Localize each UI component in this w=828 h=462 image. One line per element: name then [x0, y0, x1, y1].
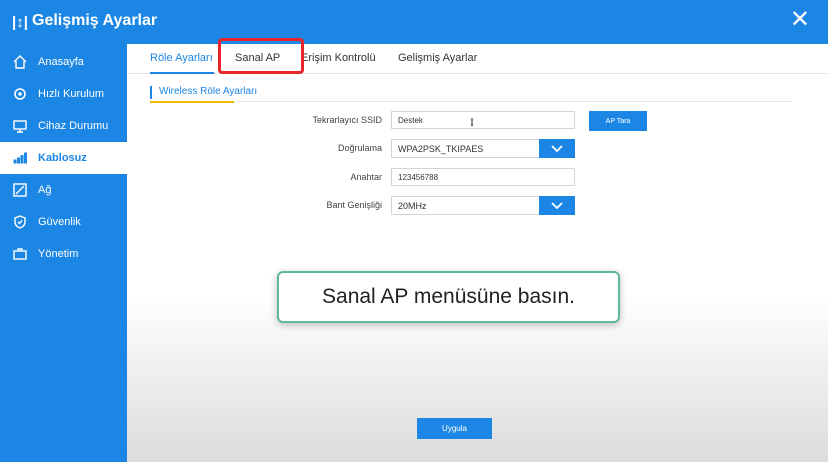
auth-label: Doğrulama: [337, 143, 382, 153]
chevron-down-icon[interactable]: [539, 139, 575, 158]
sidebar-item-label: Güvenlik: [38, 216, 81, 228]
tab-bar: Röle Ayarları Sanal AP Erişim Kontrolü G…: [127, 38, 828, 74]
sidebar-item-label: Anasayfa: [38, 56, 84, 68]
sidebar-item-label: Cihaz Durumu: [38, 120, 109, 132]
bandwidth-select-value: 20MHz: [398, 201, 427, 211]
network-icon: [12, 182, 28, 198]
auth-select[interactable]: WPA2PSK_TKIPAES: [391, 139, 575, 158]
chevron-down-icon[interactable]: [539, 196, 575, 215]
sidebar-item-yonetim[interactable]: Yönetim: [0, 238, 127, 270]
title-bar: |↕| Gelişmiş Ayarlar ✕: [0, 0, 828, 44]
settings-sliders-icon: |↕|: [12, 14, 28, 31]
gear-icon: [12, 86, 28, 102]
sidebar-item-label: Hızlı Kurulum: [38, 88, 105, 100]
key-label: Anahtar: [350, 172, 382, 182]
tab-erisim-kontrolu[interactable]: Erişim Kontrolü: [301, 52, 376, 64]
bandwidth-label: Bant Genişliği: [326, 200, 382, 210]
signal-bars-icon: [12, 150, 28, 166]
sidebar-item-anasayfa[interactable]: Anasayfa: [0, 46, 127, 78]
tab-role-ayarlari[interactable]: Röle Ayarları: [150, 52, 213, 64]
ap-scan-button[interactable]: AP Tara: [589, 111, 647, 131]
tab-gelismis-ayarlar[interactable]: Gelişmiş Ayarlar: [398, 52, 477, 64]
sidebar-item-cihaz-durumu[interactable]: Cihaz Durumu: [0, 110, 127, 142]
monitor-icon: [12, 118, 28, 134]
instruction-callout: Sanal AP menüsüne basın.: [277, 271, 620, 323]
sidebar: Anasayfa Hızlı Kurulum Cihaz Durumu Kabl…: [0, 44, 127, 462]
home-icon: [12, 54, 28, 70]
section-title: Wireless Röle Ayarları: [159, 86, 258, 97]
sidebar-item-label: Ağ: [38, 184, 52, 196]
bandwidth-select[interactable]: 20MHz: [391, 196, 575, 215]
active-tab-underline: [150, 72, 214, 74]
section-underline: [150, 101, 234, 103]
shield-icon: [12, 214, 28, 230]
key-input[interactable]: [391, 168, 575, 186]
auth-select-value: WPA2PSK_TKIPAES: [398, 144, 484, 154]
sidebar-item-hizli-kurulum[interactable]: Hızlı Kurulum: [0, 78, 127, 110]
text-cursor-icon: I: [470, 115, 474, 129]
close-icon[interactable]: ✕: [790, 8, 810, 32]
ssid-input[interactable]: [391, 111, 575, 129]
sidebar-item-label: Kablosuz: [38, 152, 87, 164]
section-accent-bar: [150, 86, 152, 99]
window-title: Gelişmiş Ayarlar: [32, 12, 158, 29]
sidebar-item-label: Yönetim: [38, 248, 79, 260]
sidebar-item-kablosuz[interactable]: Kablosuz: [0, 142, 127, 174]
sidebar-item-ag[interactable]: Ağ: [0, 174, 127, 206]
main-panel: Röle Ayarları Sanal AP Erişim Kontrolü G…: [127, 38, 828, 462]
ssid-label: Tekrarlayıcı SSID: [312, 115, 382, 125]
section-header: Wireless Röle Ayarları: [150, 84, 792, 103]
sidebar-item-guvenlik[interactable]: Güvenlik: [0, 206, 127, 238]
apply-button[interactable]: Uygula: [417, 418, 492, 439]
toolbox-icon: [12, 246, 28, 262]
sanal-ap-highlight-box: [218, 38, 304, 74]
